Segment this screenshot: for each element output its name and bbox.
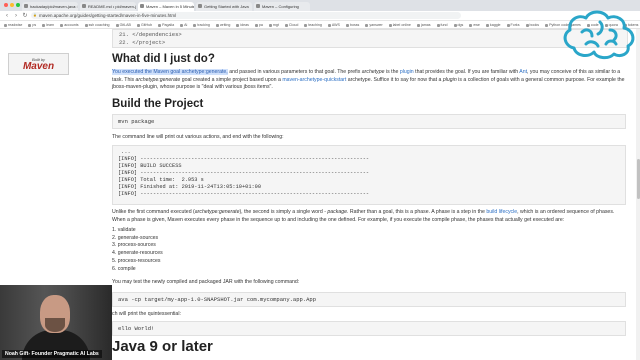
code-line: [INFO] Total time: 2.953 s — [118, 177, 204, 183]
text: archetype. Suffice it to say for now tha… — [346, 76, 443, 83]
link-ant[interactable]: Ant — [519, 69, 527, 75]
bookmark-item[interactable]: dgs — [453, 23, 463, 27]
page-scrollbar[interactable] — [636, 29, 640, 360]
bookmark-item[interactable]: fund — [436, 23, 448, 27]
code-block-build-output: ... [INFO] ------------------------------… — [112, 145, 626, 205]
code-block-java-run: ava -cp target/my-app-1.0-SNAPSHOT.jar c… — [112, 292, 626, 307]
bookmark-item[interactable]: books — [525, 23, 539, 27]
phase-item: 4. generate-resources — [112, 250, 163, 257]
browser-tab[interactable]: Maven – Configuring — [254, 2, 310, 11]
text: Unlike the first command executed ( — [112, 209, 195, 215]
code-block-pom-tail: 21. </dependencies> 22. </project> — [112, 29, 628, 48]
link-quickstart[interactable]: maven-archetype-quickstart — [282, 77, 346, 83]
bookmark-item[interactable]: ssh coaching — [84, 23, 110, 27]
forward-icon[interactable]: › — [13, 13, 19, 19]
paragraph-what-did-i-do: You executed the Maven goal archetype:ge… — [112, 69, 626, 92]
bookmarks-bar: readwise ps learn accounts ssh coaching GitLA… — [0, 21, 640, 29]
phase-item: 2. generate-sources — [112, 234, 159, 241]
reload-icon[interactable]: ↻ — [22, 12, 28, 19]
browser-toolbar: ‹ › ↻ maven.apache.org/guides/getting-st… — [0, 11, 640, 21]
heading-build-project: Build the Project — [112, 98, 204, 110]
code-line: [INFO] ---------------------------------… — [118, 191, 370, 197]
logo-big-text: Maven — [22, 60, 55, 72]
text: is the — [384, 69, 400, 75]
browser-tab[interactable]: Getting Started with Java — [196, 2, 252, 11]
text: ), the second is simply a single word - — [239, 209, 328, 215]
link-build-lifecycle[interactable]: build lifecycle — [486, 209, 517, 215]
text-italic: archetype — [361, 69, 385, 75]
paragraph-phase-explanation: Unlike the first command executed (arche… — [112, 209, 626, 224]
link-plugin[interactable]: plugin — [400, 69, 414, 75]
bookmark-item[interactable]: Pagalia — [158, 23, 174, 27]
bookmark-item[interactable]: bosss — [345, 23, 359, 27]
browser-tab-active[interactable]: Maven – Maven in 5 Minutes — [138, 2, 194, 11]
bookmark-item[interactable]: accounts — [60, 23, 79, 27]
text: that provides the goal. If you are famil… — [413, 69, 520, 75]
bookmark-item[interactable]: yanswer — [365, 23, 383, 27]
maximize-window-icon[interactable] — [16, 3, 20, 7]
minimize-window-icon[interactable] — [10, 3, 14, 7]
bookmark-item[interactable]: pa — [254, 23, 263, 27]
phase-item: 5. process-resources — [112, 257, 161, 264]
text: and passed in various parameters to that… — [227, 69, 362, 75]
bookmark-item[interactable]: mgt — [268, 23, 279, 27]
address-bar[interactable]: maven.apache.org/guides/getting-started/… — [31, 12, 461, 19]
phase-item: 1. validate — [112, 227, 136, 233]
code-line: [INFO] ---------------------------------… — [118, 156, 370, 162]
paragraph-test-intro: You may test the newly compiled and pack… — [112, 279, 300, 285]
phase-item: 3. process-sources — [112, 242, 156, 249]
back-icon[interactable]: ‹ — [4, 13, 10, 19]
brain-logo-icon — [563, 10, 635, 60]
presenter-beard — [45, 318, 65, 332]
bookmark-item[interactable]: writing — [215, 23, 230, 27]
main-article: 21. </dependencies> 22. </project> What … — [112, 29, 628, 355]
bookmark-item[interactable]: label online — [388, 23, 411, 27]
bookmark-item[interactable]: ewe — [469, 23, 480, 27]
bookmark-item[interactable]: ideas — [236, 23, 249, 27]
selected-text[interactable]: You executed the Maven goal archetype:ge… — [112, 69, 228, 75]
browser-tab-bar: hackaday/pid/maven-java: learn README.md… — [0, 0, 640, 11]
heading-java-9: Java 9 or later — [112, 338, 213, 355]
code-line: 21. </dependencies> — [119, 31, 182, 38]
bookmark-item[interactable]: teaching — [304, 23, 322, 27]
bookmark-item[interactable]: tracking — [193, 23, 210, 27]
bookmark-item[interactable]: Cloud — [284, 23, 298, 27]
code-block-hello-world: ello World! — [112, 321, 626, 336]
bookmark-item[interactable]: kaggle — [485, 23, 501, 27]
text-italic: archetype:generate — [135, 76, 181, 83]
code-line: 22. </project> — [119, 39, 166, 46]
code-line: ... — [118, 149, 131, 155]
text-italic: plugin — [442, 76, 457, 83]
code-block-mvn-package: mvn package — [112, 114, 626, 129]
bookmark-item[interactable]: learn — [42, 23, 54, 27]
bookmark-item[interactable]: AWS — [327, 23, 340, 27]
paragraph-build-intro: The command line will print out various … — [112, 134, 284, 140]
paragraph-print-intro: ch will print the quintessential: — [112, 311, 181, 317]
heading-what-did-i-do: What did I just do? — [112, 53, 215, 65]
text-italic: archetype:generate — [194, 209, 240, 215]
bookmark-item[interactable]: GitHub — [136, 23, 152, 27]
bookmark-item[interactable]: GitLAB — [115, 23, 131, 27]
webcam-overlay: Noah Gift- Founder Pragmatic AI Labs — [0, 285, 112, 360]
browser-tab[interactable]: README.md • pid/maven-java — [80, 2, 136, 11]
scrollbar-thumb[interactable] — [636, 159, 640, 199]
phase-list: 1. validate 2. generate-sources 3. process… — [112, 227, 163, 273]
close-window-icon[interactable] — [4, 3, 8, 7]
bookmark-item[interactable]: readwise — [4, 23, 22, 27]
text: . Rather than a goal, this is a phase. A… — [347, 209, 487, 215]
code-line: [INFO] BUILD SUCCESS — [118, 163, 182, 169]
phase-item: 6. compile — [112, 265, 136, 272]
text-italic: package — [327, 209, 348, 215]
bookmark-item[interactable]: ps — [28, 23, 36, 27]
browser-tab[interactable]: hackaday/pid/maven-java: learn — [22, 2, 78, 11]
built-by-maven-logo[interactable]: Built by Maven — [8, 53, 69, 75]
bookmark-item[interactable]: jamas — [416, 23, 431, 27]
webcam-caption: Noah Gift- Founder Pragmatic AI Labs — [2, 350, 102, 358]
code-line: [INFO] ---------------------------------… — [118, 170, 370, 176]
code-line: [INFO] Finished at: 2019-11-24T13:05:10+… — [118, 184, 262, 190]
window-controls[interactable] — [4, 3, 20, 7]
bookmark-item[interactable]: Ai — [180, 23, 187, 27]
bookmark-item[interactable]: Forks — [506, 23, 520, 27]
text: goal created a simple project based upon… — [180, 76, 283, 83]
